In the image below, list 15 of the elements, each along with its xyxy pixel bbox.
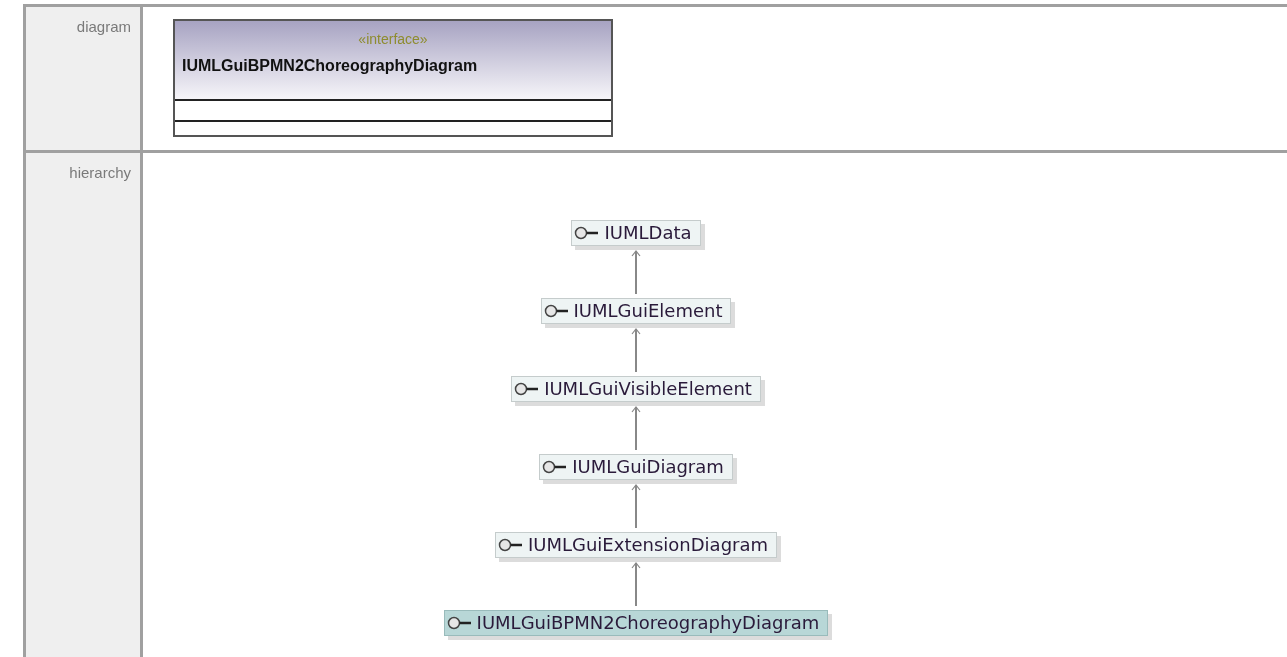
row-label: diagram bbox=[26, 7, 140, 150]
interface-icon bbox=[497, 538, 524, 552]
interface-icon bbox=[574, 226, 601, 240]
stereotype-label: «interface» bbox=[358, 31, 428, 47]
inheritance-arrow bbox=[631, 250, 641, 294]
inheritance-arrow bbox=[631, 562, 641, 606]
class-name: IUMLGuiBPMN2ChoreographyDiagram bbox=[181, 57, 478, 75]
inheritance-arrow bbox=[631, 328, 641, 372]
interface-icon bbox=[514, 382, 541, 396]
interface-icon bbox=[542, 460, 569, 474]
inheritance-arrow bbox=[631, 484, 641, 528]
row-label: hierarchy bbox=[26, 153, 140, 657]
interface-icon bbox=[543, 304, 570, 318]
inheritance-arrow bbox=[631, 406, 641, 450]
interface-icon bbox=[446, 616, 473, 630]
